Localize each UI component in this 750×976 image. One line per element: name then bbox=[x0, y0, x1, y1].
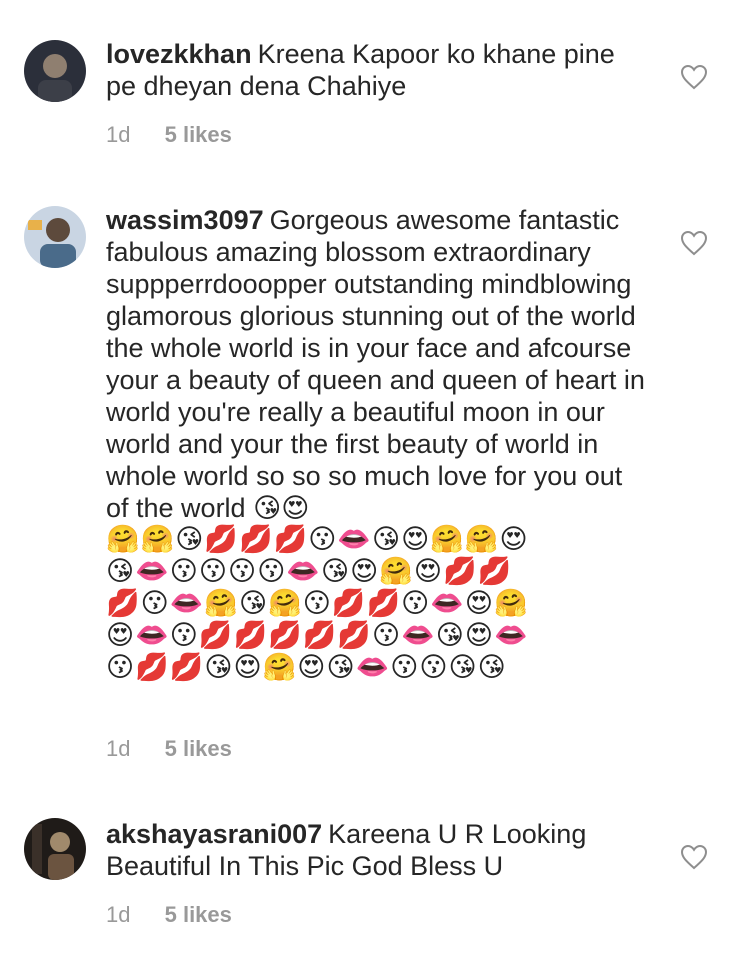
emoji-row: 😘👄😗😗😗😗👄😘😍🤗😍💋💋 bbox=[106, 556, 513, 587]
comment-meta: 1d 5 likes bbox=[106, 902, 232, 928]
heart-icon[interactable] bbox=[680, 844, 708, 870]
likes-count-link[interactable]: 5 likes bbox=[165, 902, 232, 927]
emoji-row: 🤗🤗😘💋💋💋😗👄😘😍🤗🤗😍 bbox=[106, 524, 529, 555]
comment-username[interactable]: lovezkkhan bbox=[106, 39, 252, 69]
heart-icon[interactable] bbox=[680, 230, 708, 256]
avatar[interactable] bbox=[24, 206, 86, 268]
comment-meta: 1d 5 likes bbox=[106, 736, 232, 762]
likes-count-link[interactable]: 5 likes bbox=[165, 122, 232, 147]
avatar-image bbox=[24, 40, 86, 102]
comment-text: akshayasrani007 Kareena U R Looking Beaut… bbox=[106, 818, 646, 882]
likes-count-link[interactable]: 5 likes bbox=[165, 736, 232, 761]
avatar-image bbox=[24, 818, 86, 880]
comment-time: 1d bbox=[106, 122, 131, 147]
comment-username[interactable]: wassim3097 bbox=[106, 205, 264, 235]
comment-item: lovezkkhan Kreena Kapoor ko khane pine pe… bbox=[0, 0, 750, 170]
avatar[interactable] bbox=[24, 818, 86, 880]
comment-body: Gorgeous awesome fantastic fabulous amaz… bbox=[106, 205, 645, 523]
emoji-row: 😍👄😗💋💋💋💋💋😗👄😘😍👄 bbox=[106, 620, 529, 651]
comment-time: 1d bbox=[106, 902, 131, 927]
comment-text: lovezkkhan Kreena Kapoor ko khane pine pe… bbox=[106, 38, 646, 102]
comment-username[interactable]: akshayasrani007 bbox=[106, 819, 322, 849]
comment-time: 1d bbox=[106, 736, 131, 761]
emoji-row: 😗💋💋😘😍🤗😍😘👄😗😗😘😘 bbox=[106, 652, 507, 683]
heart-icon[interactable] bbox=[680, 64, 708, 90]
comment-text: wassim3097 Gorgeous awesome fantastic fab… bbox=[106, 204, 646, 684]
emoji-row: 💋😗👄🤗😘🤗😗💋💋😗👄😍🤗 bbox=[106, 588, 529, 619]
avatar[interactable] bbox=[24, 40, 86, 102]
avatar-image bbox=[24, 206, 86, 268]
comment-meta: 1d 5 likes bbox=[106, 122, 232, 148]
